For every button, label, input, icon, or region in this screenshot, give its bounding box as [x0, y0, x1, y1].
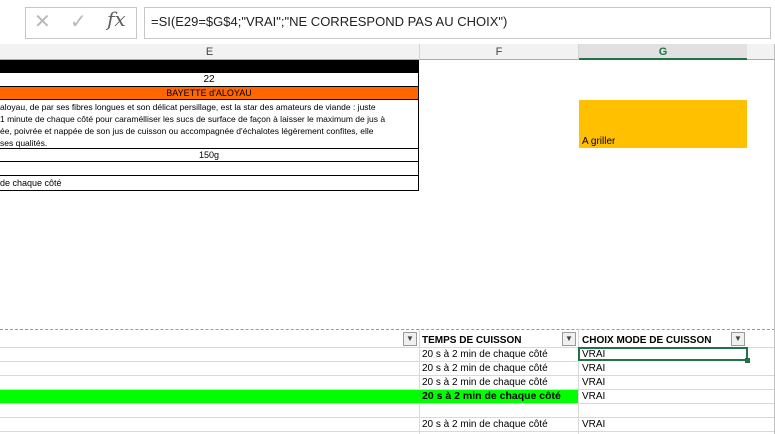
- border: [419, 329, 420, 434]
- table-row-choix[interactable]: VRAI: [582, 419, 605, 430]
- border: [0, 375, 775, 376]
- column-header-e[interactable]: E: [0, 44, 420, 60]
- header-temps[interactable]: TEMPS DE CUISSON: [422, 335, 521, 346]
- filter-dropdown-icon[interactable]: ▼: [562, 332, 576, 346]
- fx-icon[interactable]: fx: [107, 7, 126, 31]
- table-row-temps[interactable]: 20 s à 2 min de chaque côté: [422, 349, 548, 360]
- border: [0, 417, 775, 418]
- table-row-temps: 20 s à 2 min de chaque côté: [422, 390, 561, 402]
- formula-text[interactable]: =SI(E29=$G$4;"VRAI";"NE CORRESPOND PAS A…: [151, 14, 507, 29]
- border: [418, 60, 419, 191]
- table-row-temps[interactable]: 20 s à 2 min de chaque côté: [422, 419, 548, 430]
- border: [0, 329, 775, 331]
- column-header-f[interactable]: F: [420, 44, 579, 60]
- weight-cell[interactable]: 150g: [0, 149, 418, 161]
- description-line: ée, poivrée et nappée de son jus de cuis…: [0, 126, 374, 136]
- border: [0, 190, 419, 191]
- table-row-choix[interactable]: VRAI: [582, 363, 605, 374]
- check-icon[interactable]: ✓: [70, 9, 87, 35]
- table-row-choix[interactable]: VRAI: [582, 391, 605, 402]
- table-row-choix[interactable]: VRAI: [582, 377, 605, 388]
- column-header-next[interactable]: [747, 44, 775, 60]
- border: [0, 403, 775, 404]
- item-number[interactable]: 22: [0, 73, 418, 86]
- mode-choice-value: A griller: [582, 136, 616, 147]
- filter-active-icon[interactable]: ▼: [731, 332, 745, 346]
- column-header-g[interactable]: G: [579, 44, 747, 60]
- close-icon[interactable]: ✕: [34, 9, 51, 35]
- header-choix[interactable]: CHOIX MODE DE CUISSON: [582, 335, 711, 346]
- description-line: aloyau, de par ses fibres longues et son…: [0, 102, 376, 112]
- border: [578, 329, 579, 434]
- table-row-temps[interactable]: 20 s à 2 min de chaque côté: [422, 377, 548, 388]
- filter-dropdown-icon[interactable]: ▼: [403, 332, 417, 346]
- border: [0, 175, 419, 176]
- table-row-temps[interactable]: 20 s à 2 min de chaque côté: [422, 363, 548, 374]
- black-header-row: [0, 60, 418, 73]
- cooking-note-cell[interactable]: de chaque côté: [0, 177, 418, 189]
- border: [0, 431, 775, 432]
- border: [0, 99, 419, 100]
- table-row-choix: VRAI: [582, 349, 606, 360]
- border: [0, 361, 578, 362]
- fill-handle[interactable]: [745, 358, 750, 363]
- border: [0, 161, 419, 162]
- product-title: BAYETTE d'ALOYAU: [166, 88, 252, 98]
- description-line: 1 minute de chaque côté pour caraméllise…: [0, 114, 386, 124]
